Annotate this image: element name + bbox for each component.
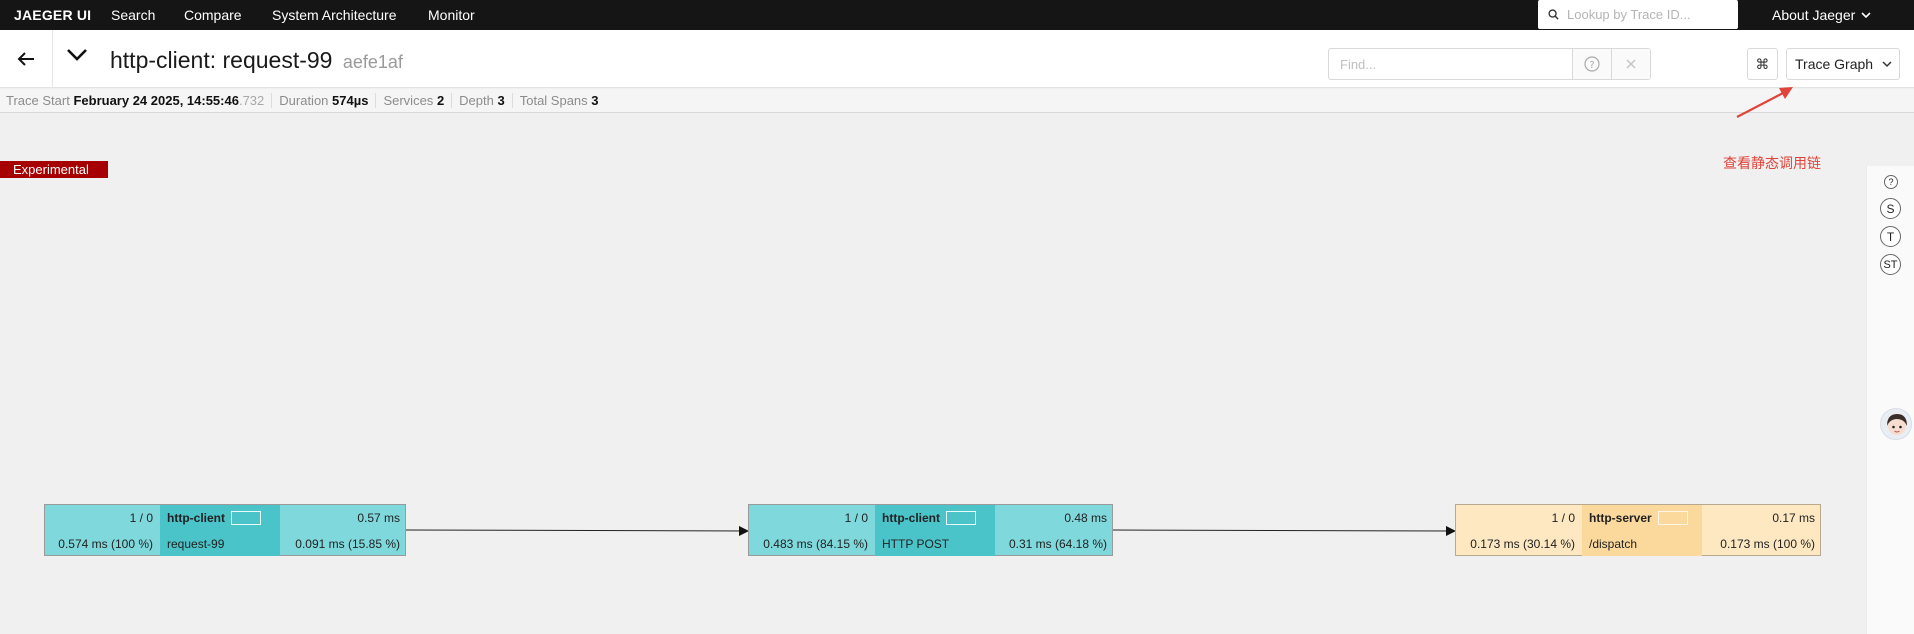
trace-header: http-client: request-99 aefe1af ? ⌘ Trac… [0, 30, 1914, 88]
collapse-toggle-button[interactable] [66, 48, 88, 67]
search-icon [1548, 9, 1559, 20]
nav-link-compare[interactable]: Compare [184, 7, 242, 23]
node-service: http-server [1582, 505, 1702, 531]
trace-name: http-client: request-99 [110, 47, 333, 73]
find-box: ? [1328, 48, 1651, 80]
annotation-arrow-icon [1736, 87, 1793, 118]
node-total-time: 0.574 ms (100 %) [58, 536, 153, 551]
experimental-badge: Experimental [0, 161, 108, 178]
about-jaeger-menu[interactable]: About Jaeger [1772, 7, 1871, 23]
top-nav: JAEGER UI Search Compare System Architec… [0, 0, 1914, 30]
nav-link-search[interactable]: Search [111, 7, 155, 23]
node-service: http-client [160, 505, 280, 531]
trace-id: aefe1af [342, 52, 403, 72]
help-circle-icon: ? [1584, 56, 1600, 72]
service-color-chip [1657, 511, 1688, 525]
back-button[interactable] [0, 30, 53, 88]
services-count: Services 2 [383, 93, 453, 108]
graph-node-http-client-request-99[interactable]: 1 / 0 http-client 0.57 ms 0.574 ms (100 … [44, 504, 406, 556]
node-operation: HTTP POST [875, 531, 995, 556]
zoom-st-button[interactable]: ST [1880, 254, 1901, 275]
annotation-label: 查看静态调用链 [1723, 155, 1821, 171]
edge-2-to-3 [1112, 525, 1456, 536]
trace-id-lookup-placeholder: Lookup by Trace ID... [1567, 7, 1691, 22]
node-service: http-client [875, 505, 995, 531]
node-count: 1 / 0 [129, 511, 153, 525]
graph-zoom-panel: ? S T ST [1866, 166, 1914, 634]
node-time: 0.48 ms [1064, 511, 1107, 525]
total-spans: Total Spans 3 [519, 93, 599, 108]
chevron-down-icon [1861, 11, 1871, 18]
assistant-avatar[interactable] [1880, 408, 1912, 440]
node-time: 0.17 ms [1772, 511, 1815, 525]
node-count: 1 / 0 [844, 511, 868, 525]
node-self-time: 0.173 ms (100 %) [1720, 536, 1815, 551]
node-total-time: 0.483 ms (84.15 %) [763, 536, 868, 551]
node-operation: request-99 [160, 531, 280, 556]
trace-start: Trace Start February 24 2025, 14:55:46.7… [6, 93, 273, 108]
duration: Duration 574µs [279, 93, 377, 108]
node-self-time: 0.091 ms (15.85 %) [295, 536, 400, 551]
view-mode-value: Trace Graph [1795, 56, 1874, 72]
trace-title: http-client: request-99 aefe1af [110, 47, 403, 74]
node-operation: /dispatch [1582, 531, 1702, 556]
node-total-time: 0.173 ms (30.14 %) [1470, 536, 1575, 551]
service-color-chip [231, 511, 261, 525]
graph-node-http-client-http-post[interactable]: 1 / 0 http-client 0.48 ms 0.483 ms (84.1… [748, 504, 1113, 556]
depth: Depth 3 [459, 93, 513, 108]
graph-help-button[interactable]: ? [1884, 175, 1898, 189]
about-jaeger-label: About Jaeger [1772, 7, 1856, 23]
close-icon [1626, 59, 1636, 69]
svg-text:?: ? [1589, 60, 1594, 71]
node-self-time: 0.31 ms (64.18 %) [1008, 536, 1107, 551]
brand-logo[interactable]: JAEGER UI [14, 7, 91, 23]
trace-overview-bar: Trace Start February 24 2025, 14:55:46.7… [0, 89, 1914, 113]
chevron-down-icon [1882, 60, 1892, 67]
trace-id-lookup[interactable]: Lookup by Trace ID... [1538, 0, 1738, 29]
find-help-button[interactable]: ? [1572, 49, 1611, 79]
zoom-t-button[interactable]: T [1880, 226, 1901, 247]
nav-link-system-architecture[interactable]: System Architecture [272, 7, 397, 23]
find-input[interactable] [1329, 49, 1572, 79]
zoom-s-button[interactable]: S [1880, 198, 1901, 219]
chevron-down-icon [67, 49, 87, 61]
arrow-left-icon [17, 52, 34, 66]
edge-1-to-2 [405, 525, 749, 536]
service-color-chip [946, 511, 976, 525]
find-clear-button[interactable] [1611, 49, 1650, 79]
command-icon: ⌘ [1755, 55, 1770, 72]
node-count: 1 / 0 [1551, 511, 1575, 525]
keyboard-shortcuts-button[interactable]: ⌘ [1747, 48, 1778, 80]
graph-node-http-server-dispatch[interactable]: 1 / 0 http-server 0.17 ms 0.173 ms (30.1… [1455, 504, 1821, 556]
view-mode-select[interactable]: Trace Graph [1786, 48, 1900, 80]
node-time: 0.57 ms [357, 511, 400, 525]
nav-link-monitor[interactable]: Monitor [428, 7, 475, 23]
